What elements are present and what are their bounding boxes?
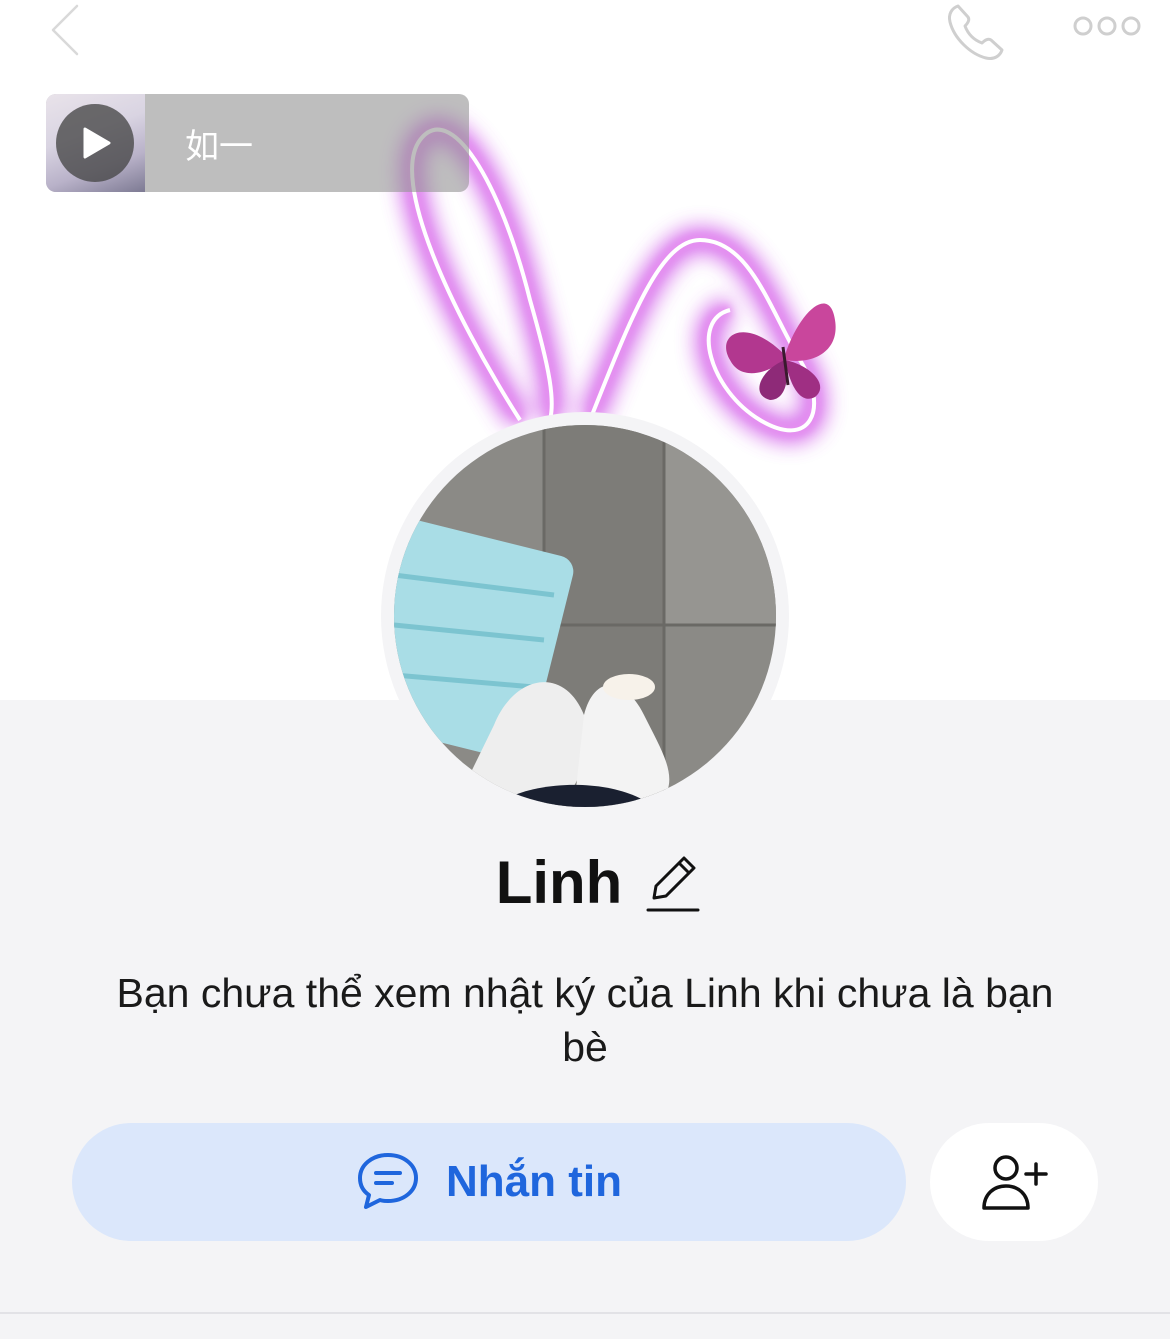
message-button[interactable]: Nhắn tin	[72, 1123, 906, 1241]
profile-name: Linh	[495, 849, 623, 916]
more-dots-icon	[1073, 16, 1141, 36]
chat-bubble-icon	[358, 1153, 418, 1209]
profile-name-row: Linh	[0, 848, 1170, 917]
privacy-notice: Bạn chưa thể xem nhật ký của Linh khi ch…	[116, 970, 1054, 1070]
play-button[interactable]	[56, 104, 134, 182]
music-album-art	[46, 94, 145, 192]
chevron-left-icon	[50, 3, 80, 57]
phone-icon	[948, 4, 1004, 60]
music-title: 如一	[185, 126, 253, 167]
message-button-label: Nhắn tin	[446, 1157, 622, 1206]
add-friend-icon	[982, 1155, 1048, 1210]
edit-name-button[interactable]	[644, 850, 702, 916]
play-icon	[83, 127, 111, 159]
avatar[interactable]	[381, 412, 789, 820]
add-friend-button[interactable]	[930, 1123, 1098, 1241]
more-options-button[interactable]	[1062, 6, 1152, 46]
avatar-photo	[394, 425, 776, 807]
pencil-icon	[646, 856, 700, 911]
section-divider	[0, 1312, 1170, 1314]
call-button[interactable]	[935, 0, 1015, 65]
back-button[interactable]	[30, 0, 100, 60]
profile-music-chip[interactable]: 如一	[46, 94, 469, 192]
